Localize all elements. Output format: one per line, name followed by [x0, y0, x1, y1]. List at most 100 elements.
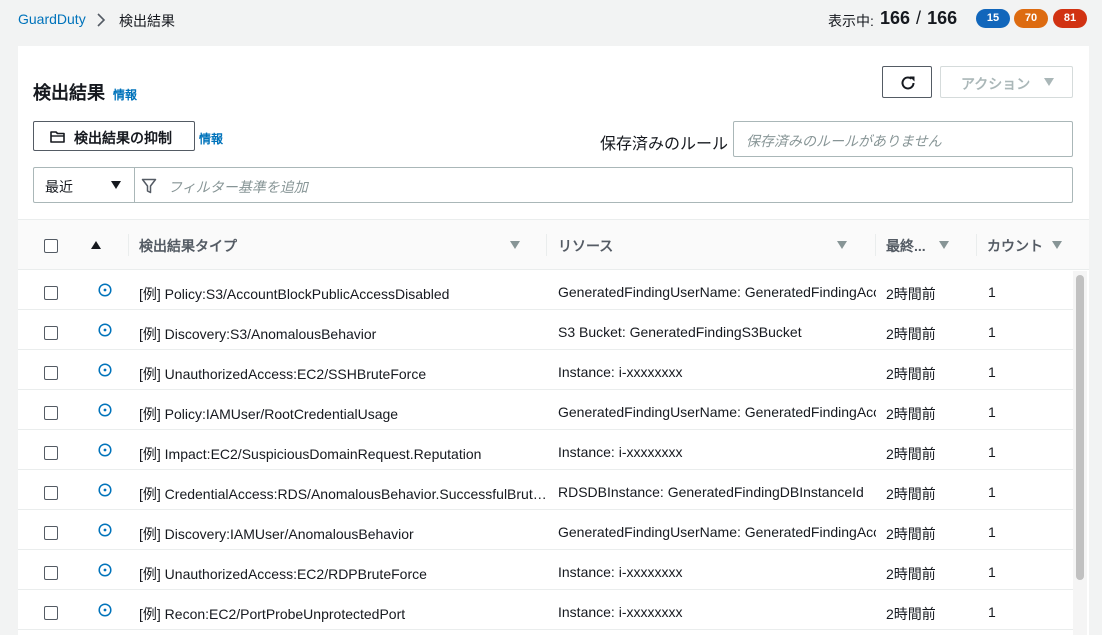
- resource-cell: GeneratedFindingUserName: GeneratedFindi…: [558, 404, 876, 420]
- table-row[interactable]: [例] UnauthorizedAccess:EC2/SSHBruteForce…: [18, 350, 1073, 390]
- severity-medium-badge[interactable]: 70: [1014, 9, 1048, 28]
- resource-cell: Instance: i-xxxxxxxx: [558, 364, 683, 380]
- saved-rules-select[interactable]: 保存済みのルールがありません: [733, 121, 1073, 157]
- row-checkbox[interactable]: [44, 446, 58, 460]
- column-header-count[interactable]: カウント: [987, 236, 1043, 256]
- resource-cell: Instance: i-xxxxxxxx: [558, 444, 683, 460]
- last-seen-cell: 2時間前: [886, 366, 936, 382]
- count-cell: 1: [988, 564, 996, 580]
- column-divider: [875, 234, 876, 256]
- info-circle-icon: [98, 563, 112, 577]
- column-divider: [976, 234, 977, 256]
- finding-type-cell[interactable]: [例] Discovery:IAMUser/AnomalousBehavior: [139, 524, 547, 544]
- table-scrollbar[interactable]: [1073, 271, 1087, 635]
- count-cell: 1: [988, 364, 996, 380]
- saved-rules-placeholder: 保存済みのルールがありません: [746, 133, 942, 149]
- resource-cell: GeneratedFindingUserName: GeneratedFindi…: [558, 284, 876, 300]
- last-seen-cell: 2時間前: [886, 446, 936, 462]
- row-checkbox[interactable]: [44, 366, 58, 380]
- info-circle-icon: [98, 443, 112, 457]
- row-checkbox[interactable]: [44, 566, 58, 580]
- sort-ascending-icon[interactable]: [91, 241, 101, 249]
- shown-count-label: 表示中:: [828, 13, 874, 29]
- title-info-link[interactable]: 情報: [113, 86, 137, 103]
- table-header: 検出結果タイプ リソース 最終... カウント: [18, 219, 1089, 270]
- breadcrumb-guardduty-link[interactable]: GuardDuty: [18, 11, 86, 27]
- finding-type-cell[interactable]: [例] Recon:EC2/PortProbeUnprotectedPort: [139, 604, 547, 624]
- count-cell: 1: [988, 324, 996, 340]
- info-circle-icon: [98, 403, 112, 417]
- scrollbar-thumb[interactable]: [1076, 275, 1084, 580]
- count-cell: 1: [988, 444, 996, 460]
- column-divider: [546, 234, 547, 256]
- resource-cell: RDSDBInstance: GeneratedFindingDBInstanc…: [558, 484, 864, 500]
- column-header-type[interactable]: 検出結果タイプ: [139, 236, 237, 256]
- count-slash: /: [916, 8, 922, 28]
- actions-button-label: アクション: [961, 76, 1031, 92]
- resource-cell: Instance: i-xxxxxxxx: [558, 604, 683, 620]
- info-circle-icon: [98, 483, 112, 497]
- suppress-findings-label: 検出結果の抑制: [74, 130, 172, 146]
- resource-cell: GeneratedFindingUserName: GeneratedFindi…: [558, 524, 876, 540]
- finding-type-cell[interactable]: [例] CredentialAccess:RDS/AnomalousBehavi…: [139, 484, 547, 504]
- row-checkbox[interactable]: [44, 526, 58, 540]
- finding-type-cell[interactable]: [例] Impact:EC2/SuspiciousDomainRequest.R…: [139, 444, 547, 464]
- finding-type-cell[interactable]: [例] Policy:IAMUser/RootCredentialUsage: [139, 404, 547, 424]
- row-checkbox[interactable]: [44, 486, 58, 500]
- severity-high-badge[interactable]: 81: [1053, 9, 1087, 28]
- finding-type-cell[interactable]: [例] Policy:S3/AccountBlockPublicAccessDi…: [139, 284, 547, 304]
- actions-button[interactable]: アクション: [940, 66, 1073, 98]
- table-row[interactable]: [例] Discovery:S3/AnomalousBehavior S3 Buc…: [18, 310, 1073, 350]
- chevron-right-icon: [97, 13, 106, 27]
- top-bar: GuardDuty 検出結果 表示中: 166/166 15 70 81: [0, 0, 1102, 40]
- time-range-select[interactable]: 最近: [34, 168, 135, 202]
- count-cell: 1: [988, 484, 996, 500]
- refresh-button[interactable]: [882, 66, 932, 98]
- last-seen-cell: 2時間前: [886, 286, 936, 302]
- sort-resource-icon[interactable]: [837, 241, 847, 249]
- breadcrumb-current: 検出結果: [119, 13, 175, 29]
- info-circle-icon: [98, 283, 112, 297]
- sort-count-icon[interactable]: [1052, 241, 1062, 249]
- findings-table-body: [例] Policy:S3/AccountBlockPublicAccessDi…: [18, 270, 1073, 630]
- table-row[interactable]: [例] Discovery:IAMUser/AnomalousBehavior G…: [18, 510, 1073, 550]
- table-row[interactable]: [例] Recon:EC2/PortProbeUnprotectedPort In…: [18, 590, 1073, 630]
- column-divider: [128, 234, 129, 256]
- findings-panel: 検出結果 情報 アクション 検出結果の抑制 情報 保存済みのルール 保存済みのル…: [18, 46, 1089, 635]
- saved-rules-label: 保存済みのルール: [600, 136, 729, 153]
- finding-type-cell[interactable]: [例] UnauthorizedAccess:EC2/SSHBruteForce: [139, 364, 547, 384]
- severity-low-badge[interactable]: 15: [976, 9, 1010, 28]
- last-seen-cell: 2時間前: [886, 526, 936, 542]
- select-all-checkbox[interactable]: [44, 239, 58, 253]
- shown-count: 166/166: [880, 8, 957, 29]
- table-row[interactable]: [例] CredentialAccess:RDS/AnomalousBehavi…: [18, 470, 1073, 510]
- resource-cell: Instance: i-xxxxxxxx: [558, 564, 683, 580]
- count-cell: 1: [988, 284, 996, 300]
- suppress-findings-button[interactable]: 検出結果の抑制: [33, 121, 195, 151]
- sort-type-icon[interactable]: [510, 241, 520, 249]
- table-row[interactable]: [例] Policy:S3/AccountBlockPublicAccessDi…: [18, 270, 1073, 310]
- last-seen-cell: 2時間前: [886, 486, 936, 502]
- column-header-resource[interactable]: リソース: [558, 236, 613, 256]
- row-checkbox[interactable]: [44, 286, 58, 300]
- time-range-value: 最近: [45, 179, 73, 195]
- info-circle-icon: [98, 523, 112, 537]
- filter-input[interactable]: フィルター基準を追加: [168, 177, 308, 197]
- row-checkbox[interactable]: [44, 406, 58, 420]
- page-title: 検出結果: [33, 83, 105, 103]
- sort-last-seen-icon[interactable]: [939, 241, 949, 249]
- table-row[interactable]: [例] Impact:EC2/SuspiciousDomainRequest.R…: [18, 430, 1073, 470]
- row-checkbox[interactable]: [44, 326, 58, 340]
- table-row[interactable]: [例] UnauthorizedAccess:EC2/RDPBruteForce…: [18, 550, 1073, 590]
- last-seen-cell: 2時間前: [886, 606, 936, 622]
- row-checkbox[interactable]: [44, 606, 58, 620]
- resource-cell: S3 Bucket: GeneratedFindingS3Bucket: [558, 324, 802, 340]
- finding-type-cell[interactable]: [例] UnauthorizedAccess:EC2/RDPBruteForce: [139, 564, 547, 584]
- finding-type-cell[interactable]: [例] Discovery:S3/AnomalousBehavior: [139, 324, 547, 344]
- funnel-icon: [141, 178, 157, 194]
- column-header-last-seen[interactable]: 最終...: [886, 236, 926, 256]
- total-count-value: 166: [927, 8, 958, 28]
- filter-bar: 最近 フィルター基準を追加: [33, 167, 1073, 203]
- table-row[interactable]: [例] Policy:IAMUser/RootCredentialUsage Ge…: [18, 390, 1073, 430]
- suppress-info-link[interactable]: 情報: [199, 130, 223, 147]
